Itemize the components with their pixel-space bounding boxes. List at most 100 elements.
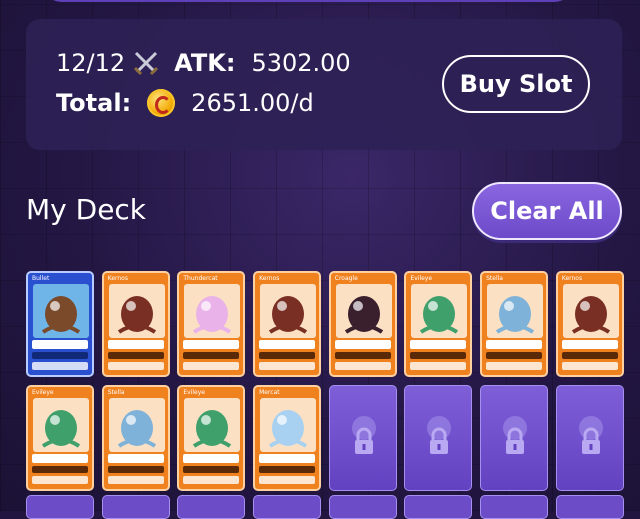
atk-row: 12/12 ATK: 5302.00 (56, 49, 351, 77)
card-name: Evileye (410, 275, 433, 282)
card-footer (32, 362, 88, 370)
deck-title: My Deck (26, 193, 147, 226)
card-name: Thundercat (183, 275, 218, 282)
card-info-bar (259, 454, 316, 463)
card-name: Kernos (259, 275, 280, 282)
card-footer (334, 362, 391, 370)
lock-icon (575, 414, 607, 458)
card-info-bar (259, 340, 316, 349)
card-art (562, 284, 619, 338)
card-footer (183, 476, 240, 484)
lock-icon (423, 414, 455, 458)
total-value: 2651.00/d (191, 89, 314, 117)
card-art (411, 284, 468, 338)
card-stats-bar (183, 466, 240, 473)
card-name: Kernos (107, 275, 128, 282)
deck-card[interactable]: Croagle (328, 271, 397, 377)
slot-partial (253, 495, 322, 519)
card-art (184, 284, 241, 338)
locked-slot[interactable] (328, 385, 397, 491)
atk-value: 5302.00 (251, 49, 351, 77)
card-name: Kernos (561, 275, 583, 282)
card-art (33, 398, 89, 452)
card-art (260, 398, 317, 452)
slot-partial (177, 495, 246, 519)
card-footer (486, 362, 543, 370)
top-tab-edge (42, 0, 574, 2)
deck-card[interactable]: Evileye (26, 385, 94, 491)
card-footer (259, 362, 316, 370)
card-info-bar (486, 340, 543, 349)
card-info-bar (561, 340, 618, 349)
deck-grid: Bullet Kernos Thundercat Kernos Croagle Evile… (26, 271, 624, 491)
card-name: Stella (107, 389, 125, 396)
card-art (108, 284, 165, 338)
card-stats-bar (486, 352, 543, 359)
card-footer (410, 362, 467, 370)
card-stats-bar (561, 352, 618, 359)
card-footer (107, 476, 164, 484)
stats-panel: 12/12 ATK: 5302.00 Total: 2651.00/d Buy … (26, 19, 622, 150)
card-stats-bar (183, 352, 240, 359)
deck-card[interactable]: Kernos (555, 271, 624, 377)
card-footer (259, 476, 316, 484)
locked-slot[interactable] (555, 385, 624, 491)
slot-partial (101, 495, 170, 519)
card-footer (561, 362, 618, 370)
slot-count: 12/12 (56, 49, 126, 77)
card-footer (183, 362, 240, 370)
clear-all-button[interactable]: Clear All (472, 182, 622, 240)
card-info-bar (183, 340, 240, 349)
card-stats-bar (32, 352, 88, 359)
card-info-bar (183, 454, 240, 463)
card-name: Evileye (183, 389, 205, 396)
slot-partial (26, 495, 94, 519)
card-name: Evileye (32, 389, 54, 396)
locked-slot[interactable] (404, 385, 473, 491)
lock-icon (348, 414, 380, 458)
crossed-swords-icon (132, 50, 160, 76)
card-stats-bar (107, 466, 164, 473)
deck-card[interactable]: Evileye (404, 271, 473, 377)
card-info-bar (410, 340, 467, 349)
deck-card[interactable]: Kernos (253, 271, 322, 377)
lock-icon (499, 414, 531, 458)
deck-card[interactable]: Evileye (177, 385, 246, 491)
card-footer (32, 476, 88, 484)
card-stats-bar (259, 466, 316, 473)
card-info-bar (32, 454, 88, 463)
deck-card[interactable]: Thundercat (177, 271, 246, 377)
atk-label: ATK: (174, 49, 236, 77)
card-art (108, 398, 165, 452)
buy-slot-button[interactable]: Buy Slot (442, 55, 590, 113)
deck-card[interactable]: Stella (101, 385, 170, 491)
card-info-bar (107, 454, 164, 463)
card-name: Stella (486, 275, 503, 282)
card-art (487, 284, 544, 338)
total-row: Total: 2651.00/d (56, 89, 314, 117)
card-art (335, 284, 392, 338)
card-stats-bar (410, 352, 467, 359)
card-info-bar (32, 340, 88, 349)
next-row-slots (26, 495, 624, 519)
deck-card[interactable]: Mercat (253, 385, 322, 491)
card-name: Bullet (32, 275, 50, 282)
card-name: Mercat (259, 389, 280, 396)
deck-card[interactable]: Stella (480, 271, 549, 377)
coin-icon (147, 89, 176, 117)
card-name: Croagle (334, 275, 358, 282)
deck-card[interactable]: Bullet (26, 271, 94, 377)
card-info-bar (334, 340, 391, 349)
total-label: Total: (56, 89, 132, 117)
card-art (33, 284, 89, 338)
deck-card[interactable]: Kernos (101, 271, 170, 377)
card-art (184, 398, 241, 452)
slot-partial (555, 495, 624, 519)
card-stats-bar (259, 352, 316, 359)
slot-partial (404, 495, 473, 519)
locked-slot[interactable] (480, 385, 549, 491)
card-stats-bar (334, 352, 391, 359)
card-footer (107, 362, 164, 370)
card-info-bar (107, 340, 164, 349)
slot-partial (480, 495, 549, 519)
